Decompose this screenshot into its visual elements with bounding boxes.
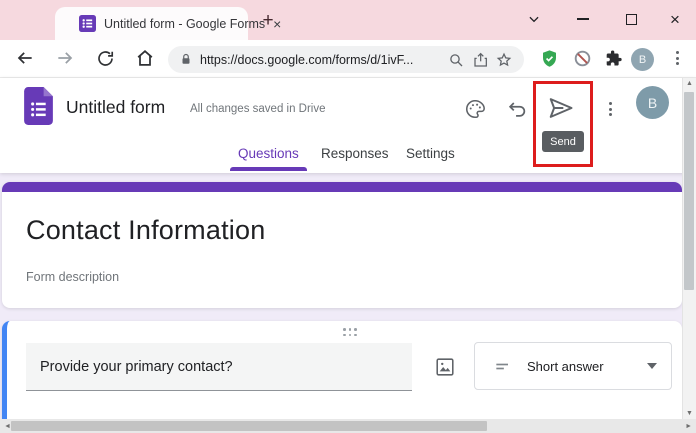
tab-responses[interactable]: Responses [321,146,389,161]
browser-tab[interactable]: Untitled form - Google Forms × [55,7,281,40]
drag-handle[interactable] [343,328,358,338]
add-image-icon[interactable] [433,355,457,379]
question-card: Provide your primary contact? Short answ… [2,321,682,433]
forms-favicon-icon [79,15,96,32]
forms-logo-icon[interactable] [24,87,53,130]
window-minimize-button[interactable] [571,8,595,30]
window-close-button[interactable]: × [663,8,687,30]
forward-icon[interactable] [54,47,76,69]
form-theme-banner [2,182,682,192]
question-text-input[interactable]: Provide your primary contact? [26,343,412,391]
theme-palette-icon[interactable] [463,97,487,121]
share-icon[interactable] [472,52,488,68]
shield-extension-icon[interactable] [538,47,560,69]
vertical-scrollbar-thumb[interactable] [684,92,694,290]
forms-menu-kebab-icon[interactable] [598,97,622,121]
question-type-label: Short answer [527,358,604,374]
home-icon[interactable] [134,47,156,69]
extensions-puzzle-icon[interactable] [602,47,624,69]
reload-icon[interactable] [94,47,116,69]
forms-profile-avatar[interactable]: B [636,86,669,119]
form-description-field[interactable]: Form description [26,270,119,284]
form-title-card: Contact Information Form description [2,182,682,308]
scroll-up-icon[interactable]: ▲ [684,78,695,89]
browser-profile-avatar[interactable]: B [631,48,654,71]
scroll-right-icon[interactable]: ► [683,421,694,432]
lock-icon[interactable] [180,53,192,66]
back-icon[interactable] [14,47,36,69]
window-maximize-button[interactable] [619,8,643,30]
annotation-highlight-box [533,81,593,167]
tab-questions[interactable]: Questions [238,146,299,161]
form-title-field[interactable]: Contact Information [26,215,265,246]
question-type-dropdown[interactable]: Short answer [474,342,672,390]
browser-tab-strip: Untitled form - Google Forms × + × [0,0,696,40]
address-bar[interactable]: https://docs.google.com/forms/d/1ivF... [168,46,524,73]
active-tab-underline [230,167,307,171]
zoom-icon[interactable] [448,52,464,68]
window-chevron-icon[interactable] [522,8,546,30]
send-tooltip: Send [542,131,584,152]
short-answer-icon [493,356,513,376]
url-text[interactable]: https://docs.google.com/forms/d/1ivF... [200,53,440,67]
tab-title: Untitled form - Google Forms [104,16,266,31]
tab-settings[interactable]: Settings [406,146,455,161]
scroll-down-icon[interactable]: ▼ [684,408,695,419]
browser-window: Untitled form - Google Forms × + × https… [0,0,696,433]
bookmark-star-icon[interactable] [496,52,512,68]
form-content-area: Contact Information Form description Pro… [0,173,696,433]
save-status-text: All changes saved in Drive [190,103,326,115]
question-text: Provide your primary contact? [40,358,233,375]
blocker-extension-icon[interactable] [571,47,593,69]
form-name-field[interactable]: Untitled form [66,97,165,118]
horizontal-scrollbar-thumb[interactable] [11,421,487,431]
dropdown-caret-icon [647,363,657,369]
new-tab-button[interactable]: + [256,9,280,33]
browser-menu-kebab-icon[interactable] [666,47,688,69]
undo-icon[interactable] [505,97,529,121]
